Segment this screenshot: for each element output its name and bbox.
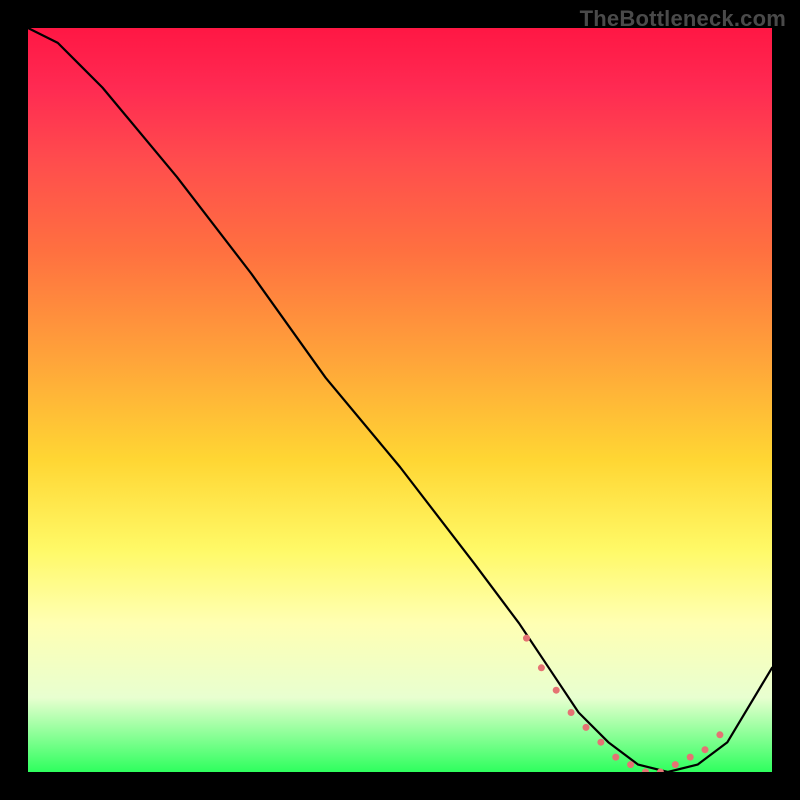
curve-dot-icon [642, 769, 649, 773]
curve-markers [523, 635, 723, 772]
curve-dot-icon [553, 687, 560, 694]
curve-dot-icon [687, 754, 694, 761]
curve-dot-icon [672, 761, 679, 768]
curve-dot-icon [612, 754, 619, 761]
chart-svg [28, 28, 772, 772]
bottleneck-curve [28, 28, 772, 772]
watermark-text: TheBottleneck.com [580, 6, 786, 32]
curve-dot-icon [627, 761, 634, 768]
curve-dot-icon [538, 664, 545, 671]
curve-dot-icon [583, 724, 590, 731]
chart-frame: TheBottleneck.com [0, 0, 800, 800]
curve-dot-icon [568, 709, 575, 716]
curve-dot-icon [702, 746, 709, 753]
curve-dot-icon [716, 731, 723, 738]
curve-dot-icon [523, 635, 530, 642]
curve-dot-icon [597, 739, 604, 746]
